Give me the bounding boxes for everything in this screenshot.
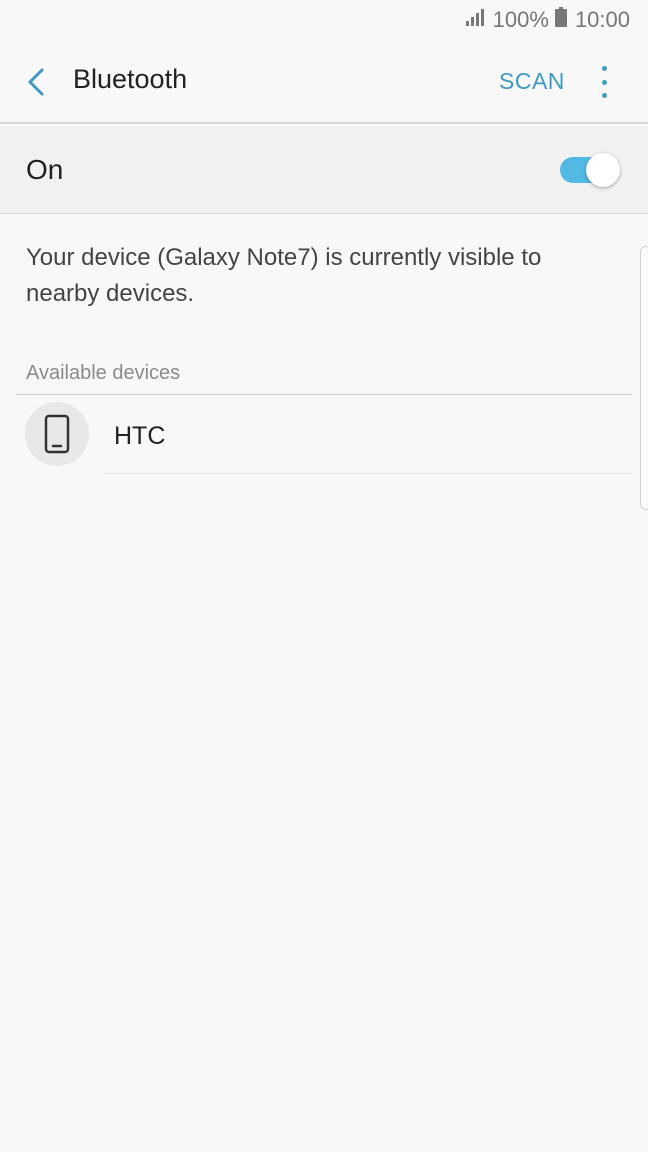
status-bar: 100% 10:00 (0, 0, 648, 40)
back-arrow-icon[interactable] (18, 62, 54, 102)
switch-label: On (26, 154, 64, 185)
app-toolbar: Bluetooth SCAN (0, 40, 648, 124)
device-list-item[interactable]: HTC (0, 396, 648, 474)
smartphone-icon (25, 402, 89, 466)
clock: 10:00 (574, 7, 630, 32)
battery-icon (554, 7, 567, 33)
bluetooth-toggle[interactable] (558, 153, 620, 187)
list-divider (104, 473, 632, 474)
bluetooth-master-switch-row[interactable]: On (0, 126, 648, 214)
section-divider (16, 394, 632, 395)
device-name: HTC (114, 422, 166, 450)
battery-percent: 100% (492, 7, 549, 32)
more-vert-icon[interactable] (592, 66, 616, 98)
scan-button[interactable]: SCAN (499, 68, 565, 95)
available-devices-header: Available devices (26, 362, 181, 384)
signal-icon (465, 7, 487, 33)
page-title: Bluetooth (73, 64, 188, 94)
visibility-message: Your device (Galaxy Note7) is currently … (26, 244, 542, 307)
toggle-knob (586, 153, 620, 187)
